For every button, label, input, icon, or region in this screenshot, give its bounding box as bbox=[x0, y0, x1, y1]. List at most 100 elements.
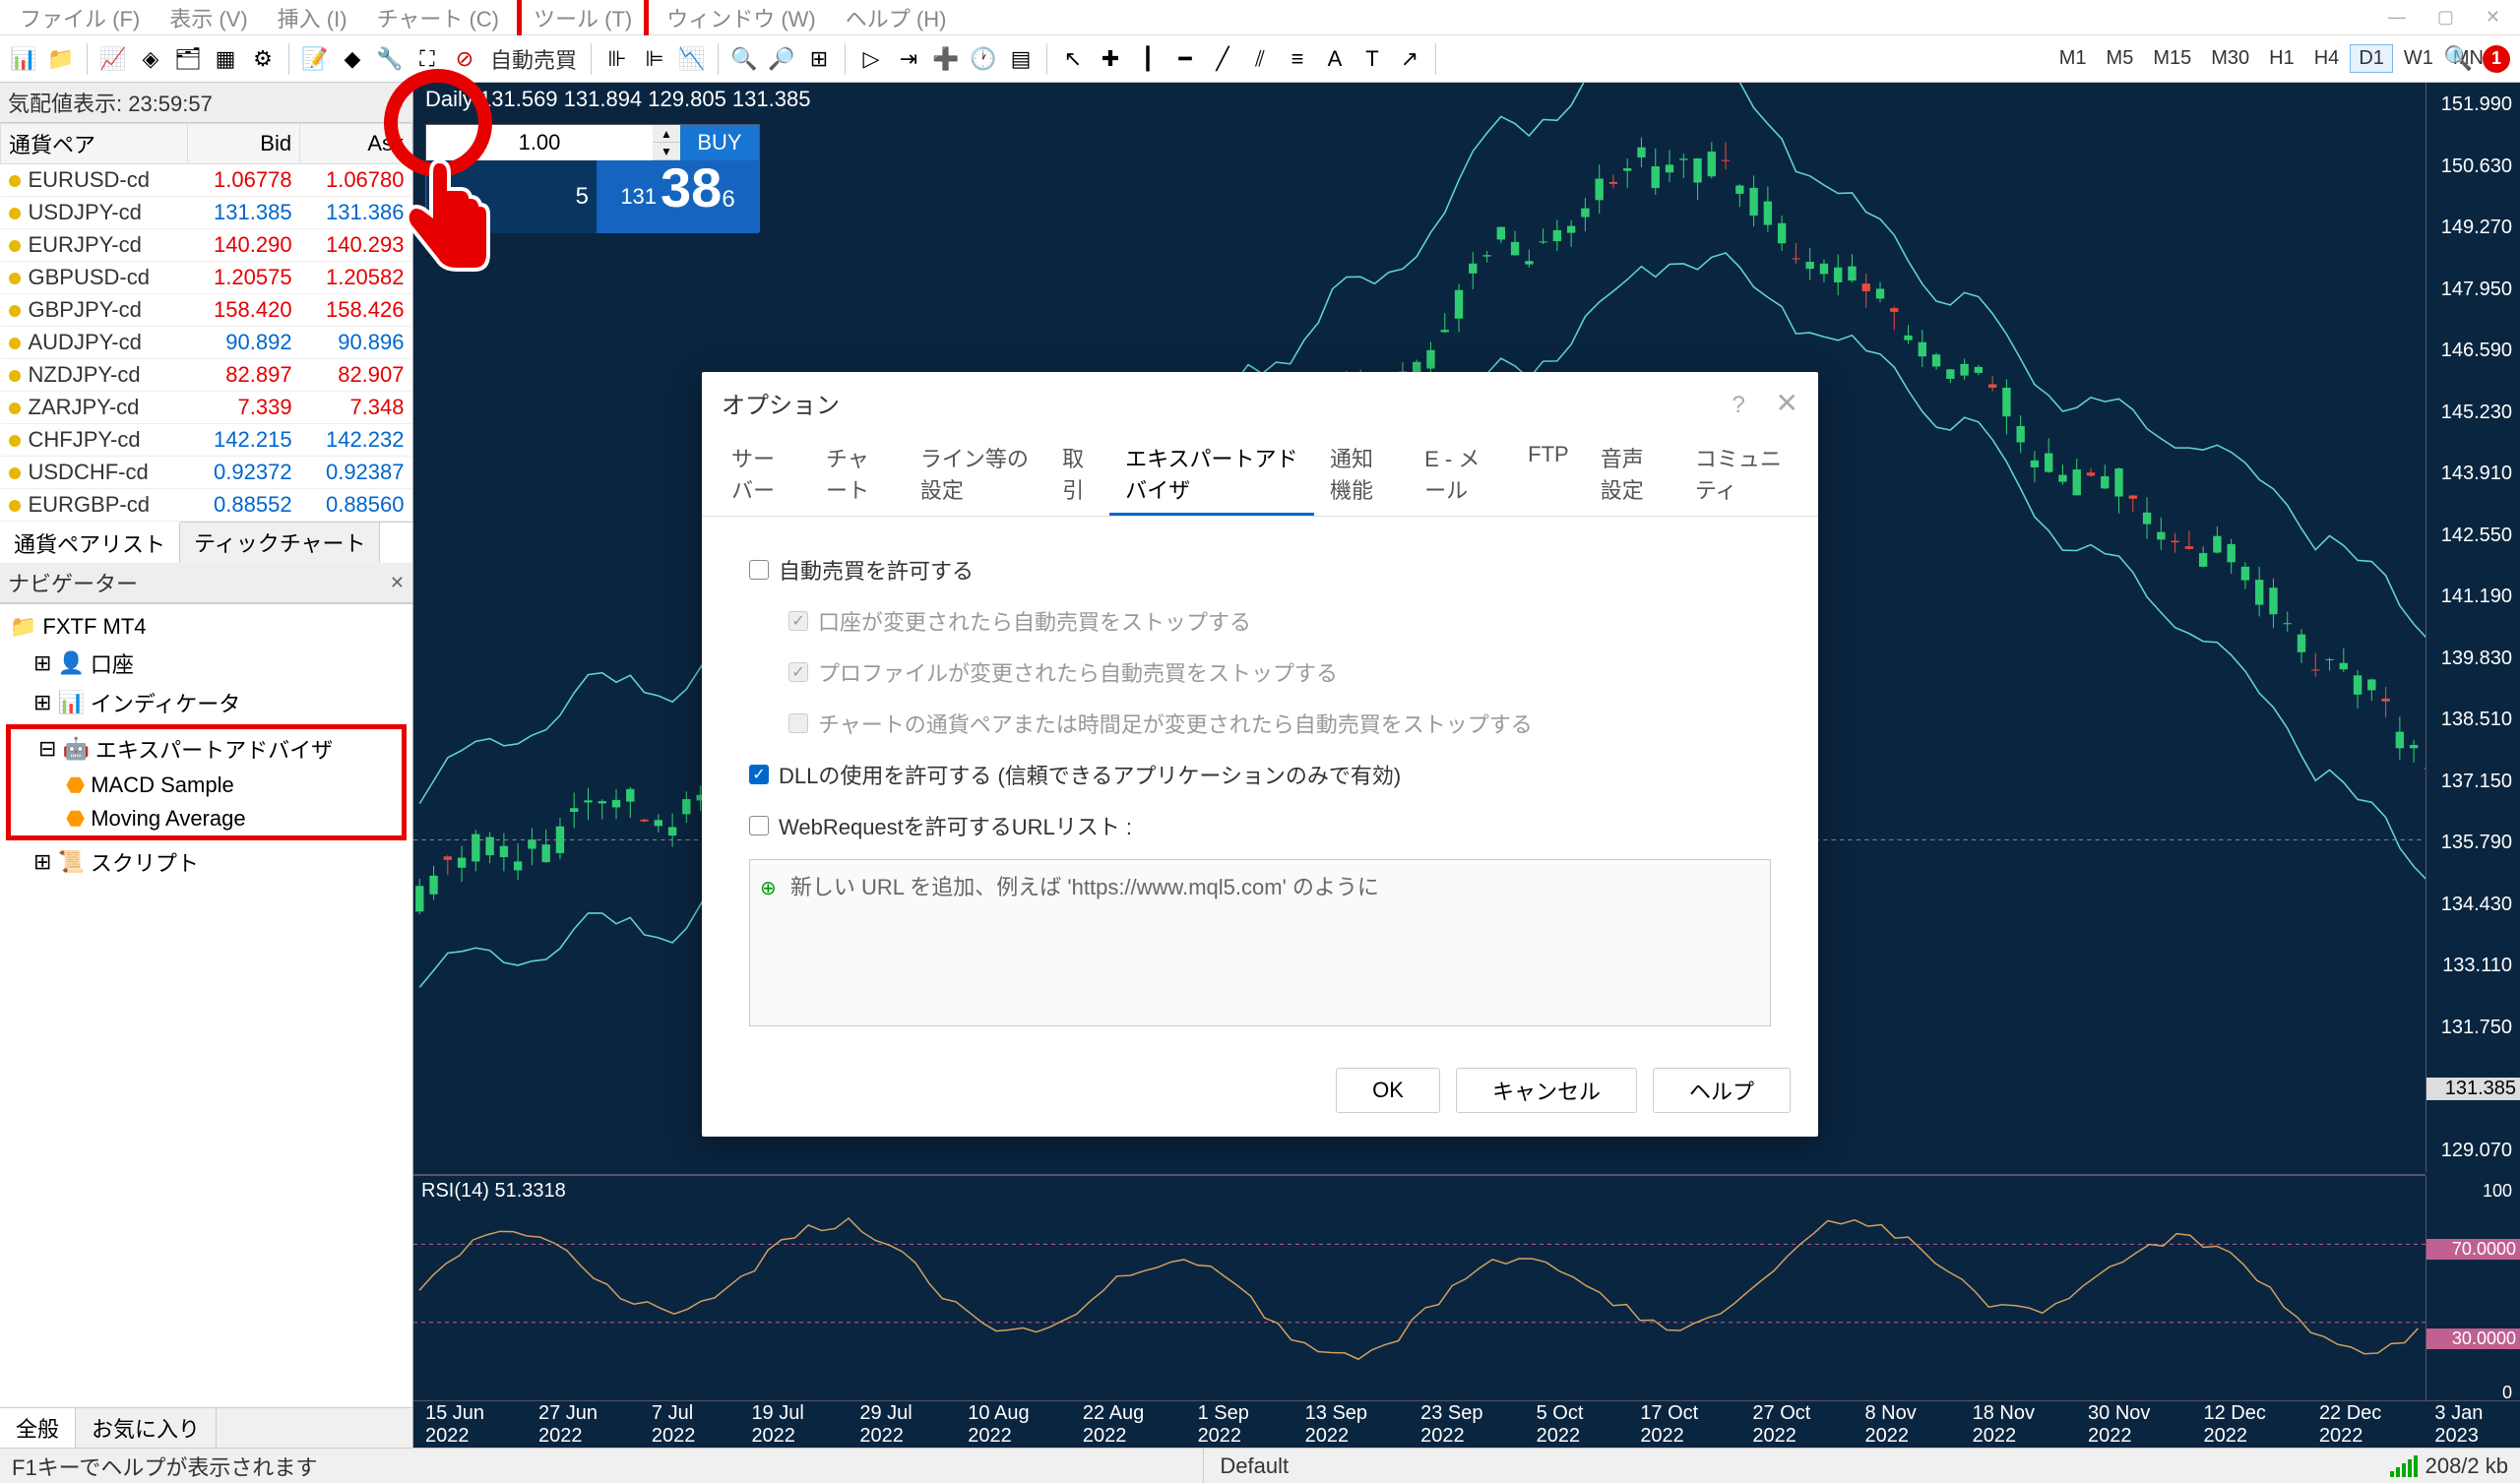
tab-tick-chart[interactable]: ティックチャート bbox=[180, 523, 380, 563]
data-window-icon[interactable]: ◈ bbox=[135, 43, 166, 75]
checkbox-icon[interactable] bbox=[749, 816, 769, 835]
opt-allow-autotrading[interactable]: 自動売買を許可する bbox=[749, 544, 1771, 595]
menu-insert[interactable]: 挿入 (I) bbox=[266, 0, 359, 37]
lot-spinner[interactable]: ▲▼ bbox=[653, 125, 680, 160]
tf-h4[interactable]: H4 bbox=[2305, 44, 2349, 73]
bar-chart-icon[interactable]: ⊪ bbox=[601, 43, 633, 75]
buy-button[interactable]: 131 38 6 bbox=[597, 160, 759, 233]
new-chart-icon[interactable]: 📊 bbox=[8, 43, 39, 75]
metaeditor-icon[interactable]: ◆ bbox=[337, 43, 368, 75]
indicators-icon[interactable]: ➕ bbox=[930, 43, 962, 75]
expand-icon[interactable]: ⊞ bbox=[33, 690, 51, 715]
market-watch-row[interactable]: EURUSD-cd1.067781.06780 bbox=[1, 164, 412, 197]
menu-view[interactable]: 表示 (V) bbox=[158, 0, 259, 37]
nav-accounts[interactable]: ⊞ 👤 口座 bbox=[6, 644, 407, 683]
opt-allow-dll[interactable]: ✓ DLLの使用を許可する (信頼できるアプリケーションのみで有効) bbox=[749, 749, 1771, 800]
dialog-tab-5[interactable]: 通知機能 bbox=[1314, 434, 1409, 516]
nav-root[interactable]: 📁 FXTF MT4 bbox=[6, 610, 407, 644]
arrows-icon[interactable]: ↗ bbox=[1394, 43, 1425, 75]
collapse-icon[interactable]: ⊟ bbox=[38, 736, 56, 762]
zoom-in-icon[interactable]: 🔍 bbox=[728, 43, 760, 75]
checkbox-icon[interactable] bbox=[749, 560, 769, 580]
hline-icon[interactable]: ━ bbox=[1169, 43, 1201, 75]
dialog-tab-8[interactable]: 音声設定 bbox=[1585, 434, 1679, 516]
status-profile[interactable]: Default bbox=[1203, 1449, 1304, 1483]
search-icon[interactable]: 🔍 bbox=[2443, 44, 2473, 73]
line-chart-icon[interactable]: 📉 bbox=[676, 43, 708, 75]
tile-icon[interactable]: ⊞ bbox=[803, 43, 835, 75]
strategy-tester-icon[interactable]: ⚙ bbox=[247, 43, 279, 75]
autoscroll-icon[interactable]: ⇥ bbox=[893, 43, 924, 75]
candle-chart-icon[interactable]: ⊫ bbox=[639, 43, 670, 75]
ok-button[interactable]: OK bbox=[1336, 1068, 1440, 1113]
vline-icon[interactable]: ┃ bbox=[1132, 43, 1164, 75]
dialog-tab-2[interactable]: ライン等の設定 bbox=[905, 434, 1046, 516]
expand-icon[interactable]: ⊞ bbox=[33, 849, 51, 875]
add-url-icon[interactable]: ⊕ bbox=[760, 878, 777, 899]
col-symbol[interactable]: 通貨ペア bbox=[1, 124, 188, 164]
market-watch-row[interactable]: ZARJPY-cd7.3397.348 bbox=[1, 392, 412, 424]
minimize-icon[interactable]: — bbox=[2376, 3, 2418, 31]
autotrading-label[interactable]: 自動売買 bbox=[486, 43, 581, 75]
tf-m1[interactable]: M1 bbox=[2050, 44, 2096, 73]
dialog-help-icon[interactable]: ? bbox=[1732, 392, 1745, 418]
help-button[interactable]: ヘルプ bbox=[1653, 1068, 1791, 1113]
nav-indicators[interactable]: ⊞ 📊 インディケータ bbox=[6, 683, 407, 722]
tf-m30[interactable]: M30 bbox=[2202, 44, 2258, 73]
maximize-icon[interactable]: ▢ bbox=[2426, 3, 2466, 31]
dialog-tab-4[interactable]: エキスパートアドバイザ bbox=[1109, 434, 1314, 516]
dialog-close-icon[interactable]: ✕ bbox=[1776, 388, 1798, 418]
nav-ea-ma[interactable]: ⬣ Moving Average bbox=[11, 802, 402, 835]
tf-m15[interactable]: M15 bbox=[2144, 44, 2200, 73]
nav-tab-favorites[interactable]: お気に入り bbox=[76, 1408, 217, 1448]
nav-tab-common[interactable]: 全般 bbox=[0, 1408, 76, 1448]
menu-window[interactable]: ウィンドウ (W) bbox=[655, 0, 828, 37]
tf-d1[interactable]: D1 bbox=[2350, 44, 2393, 73]
dialog-tab-6[interactable]: E - メール bbox=[1409, 434, 1512, 516]
connection-status[interactable]: 208/2 kb bbox=[2390, 1453, 2508, 1479]
shift-icon[interactable]: ▷ bbox=[855, 43, 887, 75]
dialog-tab-7[interactable]: FTP bbox=[1512, 434, 1585, 516]
trendline-icon[interactable]: ╱ bbox=[1207, 43, 1238, 75]
url-list-box[interactable]: ⊕ 新しい URL を追加、例えば 'https://www.mql5.com'… bbox=[749, 859, 1771, 1026]
text-icon[interactable]: A bbox=[1319, 43, 1351, 75]
tf-m5[interactable]: M5 bbox=[2098, 44, 2143, 73]
menu-chart[interactable]: チャート (C) bbox=[365, 0, 511, 37]
navigator-close-icon[interactable]: ✕ bbox=[390, 573, 405, 593]
profiles-icon[interactable]: 📁 bbox=[45, 43, 77, 75]
expand-icon[interactable]: ⊞ bbox=[33, 650, 51, 676]
nav-scripts[interactable]: ⊞ 📜 スクリプト bbox=[6, 842, 407, 882]
opt-allow-webrequest[interactable]: WebRequestを許可するURLリスト : bbox=[749, 800, 1771, 851]
cursor-icon[interactable]: ↖ bbox=[1057, 43, 1089, 75]
market-watch-row[interactable]: CHFJPY-cd142.215142.232 bbox=[1, 424, 412, 457]
market-watch-row[interactable]: EURJPY-cd140.290140.293 bbox=[1, 229, 412, 262]
nav-expert-advisors[interactable]: ⊟ 🤖 エキスパートアドバイザ bbox=[11, 729, 402, 769]
periodicity-icon[interactable]: 🕐 bbox=[968, 43, 999, 75]
zoom-out-icon[interactable]: 🔎 bbox=[766, 43, 797, 75]
crosshair-icon[interactable]: ✚ bbox=[1095, 43, 1126, 75]
tf-w1[interactable]: W1 bbox=[2395, 44, 2442, 73]
channel-icon[interactable]: ⫽ bbox=[1244, 43, 1276, 75]
market-watch-row[interactable]: USDCHF-cd0.923720.92387 bbox=[1, 457, 412, 489]
market-watch-row[interactable]: GBPJPY-cd158.420158.426 bbox=[1, 294, 412, 327]
dialog-tab-1[interactable]: チャート bbox=[810, 434, 905, 516]
dialog-tab-9[interactable]: コミュニティ bbox=[1679, 434, 1804, 516]
market-watch-row[interactable]: NZDJPY-cd82.89782.907 bbox=[1, 359, 412, 392]
col-bid[interactable]: Bid bbox=[188, 124, 300, 164]
checkbox-icon[interactable]: ✓ bbox=[749, 765, 769, 784]
new-order-icon[interactable]: 📝 bbox=[299, 43, 331, 75]
dialog-tab-3[interactable]: 取引 bbox=[1046, 434, 1109, 516]
market-watch-row[interactable]: EURGBP-cd0.885520.88560 bbox=[1, 489, 412, 522]
market-watch-icon[interactable]: 📈 bbox=[97, 43, 129, 75]
dialog-tab-0[interactable]: サーバー bbox=[716, 434, 810, 516]
fibo-icon[interactable]: ≡ bbox=[1282, 43, 1313, 75]
alert-badge[interactable]: 1 bbox=[2483, 45, 2510, 73]
market-watch-row[interactable]: AUDJPY-cd90.89290.896 bbox=[1, 327, 412, 359]
tf-h1[interactable]: H1 bbox=[2260, 44, 2303, 73]
navigator-icon[interactable]: 🗂 bbox=[172, 43, 204, 75]
tab-symbols[interactable]: 通貨ペアリスト bbox=[0, 522, 180, 563]
market-watch-row[interactable]: USDJPY-cd131.385131.386 bbox=[1, 197, 412, 229]
text-label-icon[interactable]: T bbox=[1356, 43, 1388, 75]
nav-ea-macd[interactable]: ⬣ MACD Sample bbox=[11, 769, 402, 802]
close-icon[interactable]: ✕ bbox=[2474, 3, 2512, 31]
